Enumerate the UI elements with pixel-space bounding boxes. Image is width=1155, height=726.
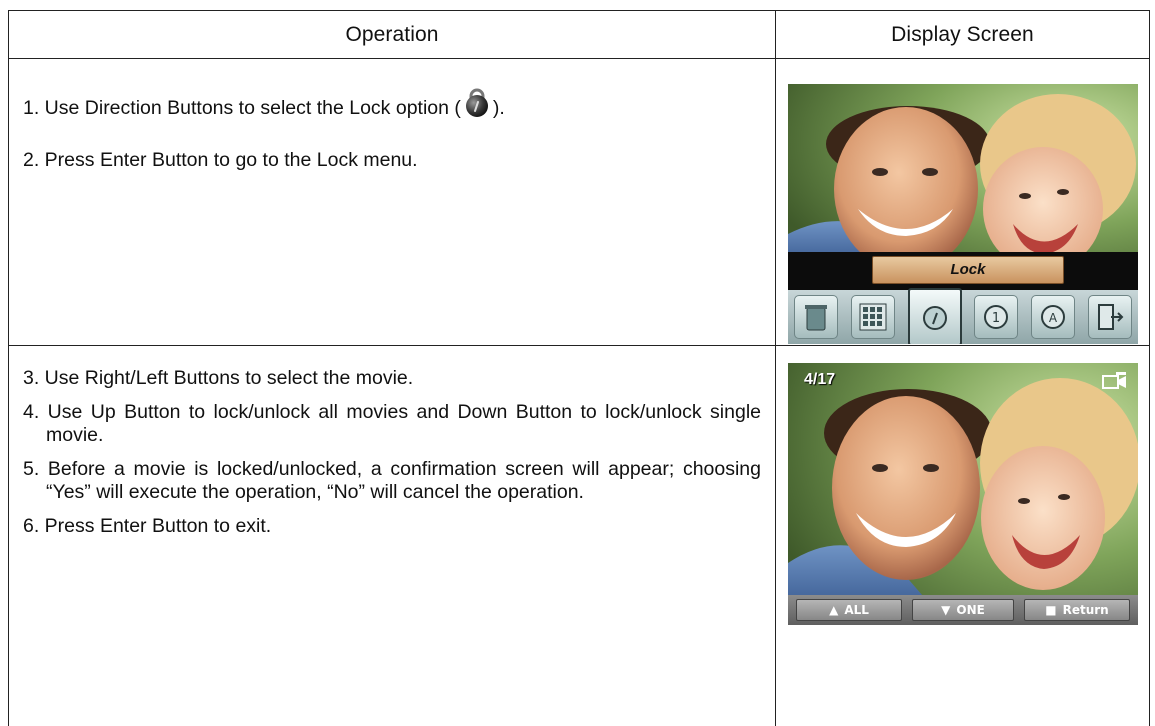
photo-father-daughter <box>788 84 1138 274</box>
up-arrow-icon: ▲ <box>829 600 838 620</box>
slideshow-icon[interactable]: A <box>1031 295 1075 339</box>
display-screen-lock-movie: 4/17 ▲ ALL ▼ ONE <box>788 363 1138 625</box>
step-1-text-end: ). <box>493 97 505 119</box>
step-4: 4. Use Up Button to lock/unlock all movi… <box>9 401 775 447</box>
operation-cell: 3. Use Right/Left Buttons to select the … <box>9 346 776 726</box>
svg-text:A: A <box>1049 311 1058 325</box>
movie-camera-icon <box>1102 371 1128 389</box>
table-row: 1. Use Direction Buttons to select the L… <box>9 59 1150 346</box>
menu-icon-strip: 1 A <box>788 290 1138 344</box>
step-3: 3. Use Right/Left Buttons to select the … <box>9 367 775 390</box>
one-button[interactable]: ▼ ONE <box>912 599 1014 621</box>
display-screen-lock-menu: Lock 1 <box>788 84 1138 344</box>
svg-text:1: 1 <box>992 311 1000 326</box>
step-5: 5. Before a movie is locked/unlocked, a … <box>9 458 775 504</box>
thumbnail-icon[interactable] <box>851 295 895 339</box>
movie-counter: 4/17 <box>804 371 835 389</box>
all-button[interactable]: ▲ ALL <box>796 599 902 621</box>
all-label: ALL <box>844 600 869 620</box>
exit-icon[interactable] <box>1088 295 1132 339</box>
display-screen-header: Display Screen <box>776 11 1150 59</box>
display-cell: Lock 1 <box>776 59 1150 346</box>
table-row: 3. Use Right/Left Buttons to select the … <box>9 346 1150 726</box>
operation-cell: 1. Use Direction Buttons to select the L… <box>9 59 776 346</box>
screen-button-bar: ▲ ALL ▼ ONE ■ Return <box>788 595 1138 625</box>
step-6: 6. Press Enter Button to exit. <box>9 515 775 538</box>
menu-title-bar: Lock <box>788 252 1138 290</box>
step-2: 2. Press Enter Button to go to the Lock … <box>9 149 775 172</box>
one-label: ONE <box>956 600 984 620</box>
lock-icon <box>462 88 492 118</box>
down-arrow-icon: ▼ <box>941 600 950 620</box>
instruction-table: Operation Display Screen 1. Use Directio… <box>8 10 1150 726</box>
protect-icon[interactable]: 1 <box>974 295 1018 339</box>
step-1: 1. Use Direction Buttons to select the L… <box>9 88 775 120</box>
menu-title-lock: Lock <box>872 256 1064 284</box>
display-cell: 4/17 ▲ ALL ▼ ONE <box>776 346 1150 726</box>
trash-icon[interactable] <box>794 295 838 339</box>
return-label: Return <box>1063 600 1109 620</box>
operation-header: Operation <box>9 11 776 59</box>
lock-menu-icon[interactable] <box>908 288 962 344</box>
photo-father-daughter <box>788 363 1138 625</box>
stop-square-icon: ■ <box>1045 600 1056 620</box>
return-button[interactable]: ■ Return <box>1024 599 1130 621</box>
step-1-text: 1. Use Direction Buttons to select the L… <box>23 97 461 119</box>
